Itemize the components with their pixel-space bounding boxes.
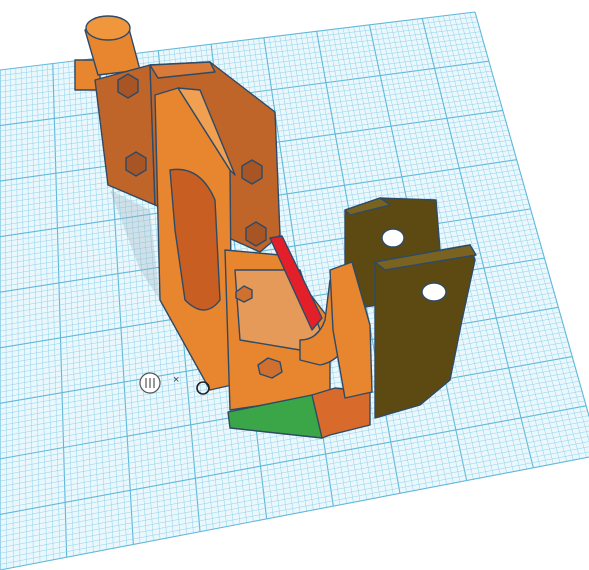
filament-hole-back: [381, 228, 405, 248]
3d-viewport[interactable]: ×: [0, 0, 589, 570]
ruler-close-icon[interactable]: ×: [173, 374, 179, 386]
scene-canvas[interactable]: ×: [0, 0, 589, 570]
filament-hole-front: [421, 282, 447, 302]
